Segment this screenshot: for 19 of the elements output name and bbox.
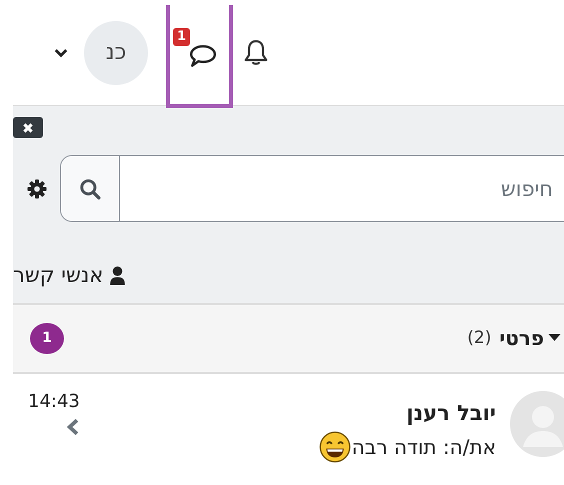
search-icon[interactable] <box>79 178 101 200</box>
unread-count-badge: 1 <box>173 28 190 46</box>
settings-icon[interactable] <box>27 178 47 198</box>
avatar-icon <box>510 390 564 457</box>
caret-down-icon[interactable] <box>54 48 68 58</box>
message-preview: את/ה: תודה רבה <box>352 434 496 459</box>
user-avatar[interactable]: כנ <box>84 20 148 84</box>
grinning-face-icon <box>318 430 351 463</box>
chat-bubble-icon <box>188 44 216 68</box>
close-button[interactable] <box>13 117 43 138</box>
close-icon <box>22 122 34 134</box>
bell-icon[interactable] <box>243 38 269 66</box>
caret-down-icon <box>548 334 561 342</box>
chevron-left-icon[interactable] <box>66 418 80 436</box>
person-icon <box>109 266 126 284</box>
contact-name: יובל רענן <box>406 400 496 425</box>
unread-count-badge: 1 <box>30 322 64 354</box>
message-time: 14:43 <box>28 390 80 412</box>
contacts-link[interactable]: אנשי קשר <box>13 260 126 290</box>
